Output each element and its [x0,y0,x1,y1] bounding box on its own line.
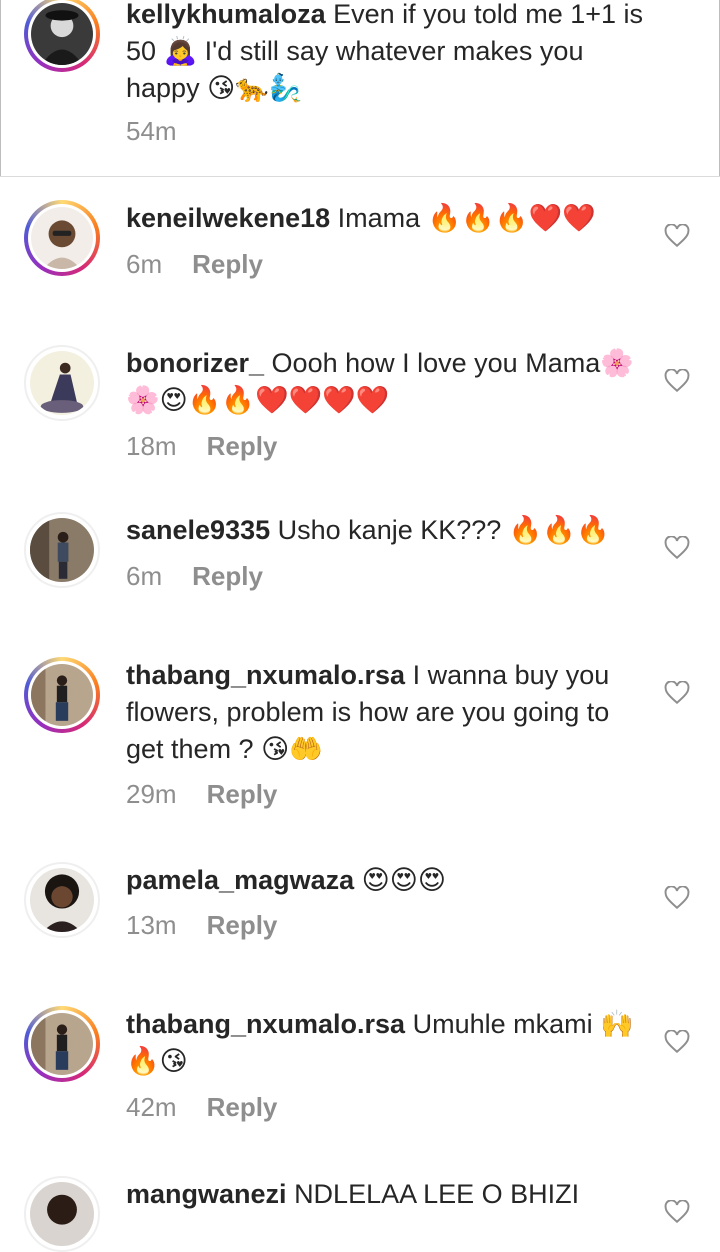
comment-text-block: mangwanezi NDLELAA LEE O BHIZI [126,1176,646,1213]
comment-meta: 6m Reply [126,561,263,592]
reply-button[interactable]: Reply [207,779,278,809]
avatar-photo [31,3,93,65]
comment-text-block: bonorizer_ Oooh how I love you Mama🌸 🌸😍🔥… [126,345,646,419]
avatar[interactable] [24,1176,100,1252]
avatar-photo [30,868,94,932]
heart-outline-icon[interactable] [664,1030,690,1054]
username[interactable]: keneilwekene18 [126,203,330,233]
heart-outline-icon[interactable] [664,369,690,393]
comment-meta: 42m Reply [126,1092,277,1123]
comment-time: 54m [126,116,177,146]
username[interactable]: mangwanezi [126,1179,287,1209]
comment-text-block: keneilwekene18 Imama 🔥🔥🔥❤️❤️ [126,200,646,237]
avatar[interactable] [24,345,100,421]
comment-meta: 29m Reply [126,779,277,810]
heart-outline-icon[interactable] [664,224,690,248]
comment-time: 29m [126,779,177,809]
avatar-photo [30,1182,94,1246]
avatar[interactable] [24,512,100,588]
comment-text-block: thabang_nxumalo.rsa I wanna buy you flow… [126,657,646,768]
username[interactable]: kellykhumaloza [126,0,326,29]
username[interactable]: bonorizer_ [126,348,264,378]
caption-divider [0,176,720,177]
comment-time: 6m [126,561,163,591]
reply-button[interactable]: Reply [192,249,263,279]
comment-body: 😍😍😍 [361,865,447,895]
reply-button[interactable]: Reply [207,431,278,461]
comment-meta: 13m Reply [126,910,277,941]
comment-body: Usho kanje KK??? 🔥🔥🔥 [277,515,610,545]
comment-body: Imama 🔥🔥🔥❤️❤️ [337,203,596,233]
comment-meta: 54m [126,116,177,147]
heart-outline-icon[interactable] [664,681,690,705]
avatar[interactable] [24,657,100,733]
avatar-photo [31,207,93,269]
comment-time: 6m [126,249,163,279]
comment-meta: 18m Reply [126,431,277,462]
comment-time: 13m [126,910,177,940]
avatar[interactable] [24,200,100,276]
avatar[interactable] [24,1006,100,1082]
comment-time: 42m [126,1092,177,1122]
avatar-photo [30,351,94,415]
heart-outline-icon[interactable] [664,886,690,910]
avatar[interactable] [24,0,100,72]
comment-text-block: kellykhumaloza Even if you told me 1+1 i… [126,0,646,107]
username[interactable]: thabang_nxumalo.rsa [126,660,405,690]
avatar[interactable] [24,862,100,938]
username[interactable]: thabang_nxumalo.rsa [126,1009,405,1039]
reply-button[interactable]: Reply [192,561,263,591]
avatar-photo [31,664,93,726]
heart-outline-icon[interactable] [664,536,690,560]
username[interactable]: sanele9335 [126,515,270,545]
username[interactable]: pamela_magwaza [126,865,354,895]
comment-text-block: pamela_magwaza 😍😍😍 [126,862,646,899]
comment-meta: 6m Reply [126,249,263,280]
avatar-photo [31,1013,93,1075]
comment-body: NDLELAA LEE O BHIZI [294,1179,580,1209]
comment-text-block: thabang_nxumalo.rsa Umuhle mkami 🙌🔥😘 [126,1006,646,1080]
comment-text-block: sanele9335 Usho kanje KK??? 🔥🔥🔥 [126,512,646,549]
card-border-left [0,0,1,176]
avatar-photo [30,518,94,582]
reply-button[interactable]: Reply [207,910,278,940]
comment-time: 18m [126,431,177,461]
reply-button[interactable]: Reply [207,1092,278,1122]
